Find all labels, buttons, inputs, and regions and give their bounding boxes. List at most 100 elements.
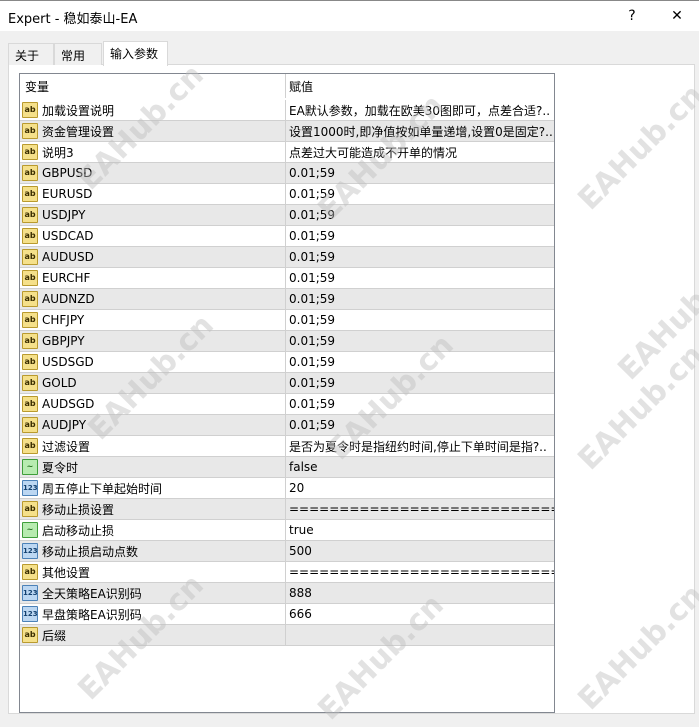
- tab-inputs[interactable]: 输入参数: [103, 41, 168, 66]
- table-row[interactable]: ab EURCHF 0.01;59: [20, 268, 554, 289]
- table-row[interactable]: ab AUDNZD 0.01;59: [20, 289, 554, 310]
- table-row[interactable]: ab 其他设置 ================================..…: [20, 562, 554, 583]
- value-cell[interactable]: 0.01;59: [286, 268, 554, 288]
- table-row[interactable]: 123 周五停止下单起始时间 20: [20, 478, 554, 499]
- value-cell[interactable]: 0.01;59: [286, 331, 554, 351]
- value-cell[interactable]: 0.01;59: [286, 247, 554, 267]
- table-row[interactable]: 123 全天策略EA识别码 888: [20, 583, 554, 604]
- string-icon: ab: [22, 207, 38, 223]
- value-cell[interactable]: 0.01;59: [286, 205, 554, 225]
- number-icon: 123: [22, 585, 38, 601]
- boolean-icon: ~: [22, 522, 38, 538]
- value-cell[interactable]: 20: [286, 478, 554, 498]
- variable-name: 早盘策略EA识别码: [42, 607, 142, 622]
- variable-cell[interactable]: ab AUDSGD: [20, 394, 286, 414]
- variable-cell[interactable]: ab USDJPY: [20, 205, 286, 225]
- table-row[interactable]: ab AUDUSD 0.01;59: [20, 247, 554, 268]
- variable-cell[interactable]: ab GBPJPY: [20, 331, 286, 351]
- variable-cell[interactable]: ~ 夏令时: [20, 457, 286, 477]
- table-row[interactable]: ab USDSGD 0.01;59: [20, 352, 554, 373]
- variable-cell[interactable]: ab AUDNZD: [20, 289, 286, 309]
- variable-name: AUDNZD: [42, 292, 95, 306]
- tab-about[interactable]: 关于: [8, 43, 54, 65]
- value-cell[interactable]: 是否为夏令时是指纽约时间,停止下单时间是指?..: [286, 436, 554, 456]
- string-icon: ab: [22, 291, 38, 307]
- table-row[interactable]: ab 资金管理设置 设置1000时,即净值按如单量递增,设置0是固定?..: [20, 121, 554, 142]
- table-row[interactable]: ab GBPUSD 0.01;59: [20, 163, 554, 184]
- variable-cell[interactable]: 123 全天策略EA识别码: [20, 583, 286, 603]
- number-icon: 123: [22, 606, 38, 622]
- value-cell[interactable]: true: [286, 520, 554, 540]
- table-row[interactable]: ab AUDSGD 0.01;59: [20, 394, 554, 415]
- table-row[interactable]: ab GOLD 0.01;59: [20, 373, 554, 394]
- variable-cell[interactable]: ab AUDUSD: [20, 247, 286, 267]
- variable-name: 资金管理设置: [42, 124, 115, 139]
- table-row[interactable]: ab EURUSD 0.01;59: [20, 184, 554, 205]
- variable-cell[interactable]: ab 其他设置: [20, 562, 286, 582]
- table-row[interactable]: ab USDCAD 0.01;59: [20, 226, 554, 247]
- variable-name: EURUSD: [42, 187, 93, 201]
- table-row[interactable]: ab 说明3 点差过大可能造成不开单的情况: [20, 142, 554, 163]
- table-row[interactable]: ab 移动止损设置 ================================…: [20, 499, 554, 520]
- variable-cell[interactable]: ab CHFJPY: [20, 310, 286, 330]
- value-cell[interactable]: 0.01;59: [286, 310, 554, 330]
- value-cell[interactable]: 500: [286, 541, 554, 561]
- string-icon: ab: [22, 144, 38, 160]
- variable-cell[interactable]: ab USDSGD: [20, 352, 286, 372]
- value-cell[interactable]: 0.01;59: [286, 184, 554, 204]
- variable-name: 全天策略EA识别码: [42, 586, 142, 601]
- variable-cell[interactable]: ab 加载设置说明: [20, 100, 286, 120]
- variable-name: 加载设置说明: [42, 103, 115, 118]
- variable-cell[interactable]: ab 移动止损设置: [20, 499, 286, 519]
- value-cell[interactable]: 点差过大可能造成不开单的情况: [286, 142, 554, 162]
- variable-cell[interactable]: ab GOLD: [20, 373, 286, 393]
- table-row[interactable]: ab CHFJPY 0.01;59: [20, 310, 554, 331]
- variable-cell[interactable]: ab EURCHF: [20, 268, 286, 288]
- table-row[interactable]: ab AUDJPY 0.01;59: [20, 415, 554, 436]
- value-cell[interactable]: ================================...: [286, 562, 554, 582]
- value-cell[interactable]: 0.01;59: [286, 289, 554, 309]
- table-row[interactable]: ab 加载设置说明 EA默认参数，加载在欧美30图即可，点差合适?..: [20, 100, 554, 121]
- table-row[interactable]: ab USDJPY 0.01;59: [20, 205, 554, 226]
- value-cell[interactable]: 0.01;59: [286, 226, 554, 246]
- value-cell[interactable]: 0.01;59: [286, 373, 554, 393]
- value-cell[interactable]: false: [286, 457, 554, 477]
- value-cell[interactable]: 0.01;59: [286, 394, 554, 414]
- value-cell[interactable]: EA默认参数，加载在欧美30图即可，点差合适?..: [286, 100, 554, 120]
- variable-cell[interactable]: ab USDCAD: [20, 226, 286, 246]
- value-cell[interactable]: ================================...: [286, 499, 554, 519]
- variable-cell[interactable]: ab AUDJPY: [20, 415, 286, 435]
- variable-name: 启动移动止损: [42, 523, 115, 538]
- table-row[interactable]: ab 过滤设置 是否为夏令时是指纽约时间,停止下单时间是指?..: [20, 436, 554, 457]
- variable-cell[interactable]: ab 后缀: [20, 625, 286, 645]
- table-row[interactable]: ab 后缀: [20, 625, 554, 646]
- table-row[interactable]: 123 早盘策略EA识别码 666: [20, 604, 554, 625]
- variable-name: GBPJPY: [42, 334, 85, 348]
- table-row[interactable]: 123 移动止损启动点数 500: [20, 541, 554, 562]
- table-row[interactable]: ab GBPJPY 0.01;59: [20, 331, 554, 352]
- variable-cell[interactable]: ab 过滤设置: [20, 436, 286, 456]
- value-cell[interactable]: 0.01;59: [286, 352, 554, 372]
- variable-cell[interactable]: 123 早盘策略EA识别码: [20, 604, 286, 624]
- tab-common[interactable]: 常用: [54, 43, 102, 65]
- value-cell[interactable]: [286, 625, 554, 645]
- variable-cell[interactable]: ab 说明3: [20, 142, 286, 162]
- variable-cell[interactable]: ab 资金管理设置: [20, 121, 286, 141]
- header-variable[interactable]: 变量: [20, 74, 286, 98]
- close-button[interactable]: ✕: [662, 5, 692, 27]
- table-row[interactable]: ~ 启动移动止损 true: [20, 520, 554, 541]
- value-cell[interactable]: 设置1000时,即净值按如单量递增,设置0是固定?..: [286, 121, 554, 141]
- variable-cell[interactable]: ab GBPUSD: [20, 163, 286, 183]
- variable-cell[interactable]: 123 周五停止下单起始时间: [20, 478, 286, 498]
- value-cell[interactable]: 888: [286, 583, 554, 603]
- header-value[interactable]: 赋值: [286, 74, 554, 98]
- value-cell[interactable]: 0.01;59: [286, 415, 554, 435]
- help-button[interactable]: ?: [617, 5, 647, 27]
- variable-cell[interactable]: ~ 启动移动止损: [20, 520, 286, 540]
- variable-cell[interactable]: 123 移动止损启动点数: [20, 541, 286, 561]
- variable-name: USDJPY: [42, 208, 86, 222]
- variable-cell[interactable]: ab EURUSD: [20, 184, 286, 204]
- value-cell[interactable]: 0.01;59: [286, 163, 554, 183]
- table-row[interactable]: ~ 夏令时 false: [20, 457, 554, 478]
- value-cell[interactable]: 666: [286, 604, 554, 624]
